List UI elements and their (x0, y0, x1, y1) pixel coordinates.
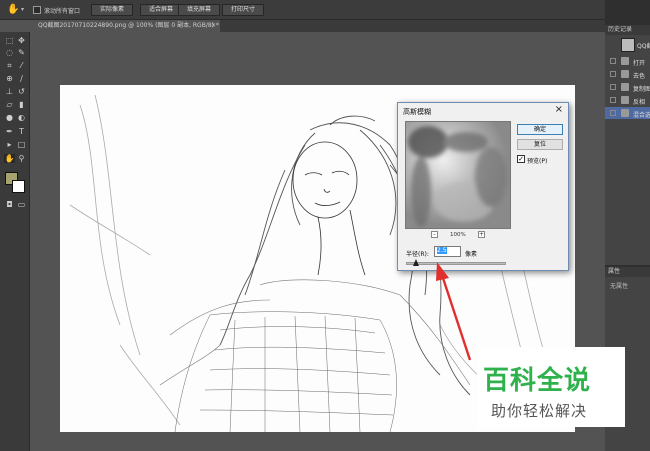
watermark-title: 百科全说 (483, 366, 592, 396)
watermark-subtitle: 助你轻松解决 (491, 402, 588, 420)
watermark: 百科全说 助你轻松解决 (477, 347, 625, 427)
